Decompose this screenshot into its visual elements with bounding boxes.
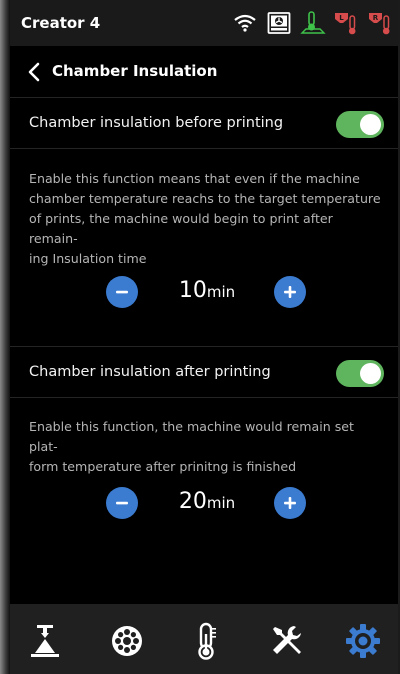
before-printing-row: Chamber insulation before printing — [10, 99, 398, 149]
page-header: Chamber Insulation — [10, 46, 398, 98]
platform-temp-icon[interactable] — [300, 10, 326, 36]
before-time-unit: min — [206, 283, 236, 301]
nav-settings[interactable] — [343, 621, 383, 661]
after-time-value: 20min — [172, 489, 242, 514]
status-bar: Creator 4 L R — [10, 0, 398, 46]
nav-temperature[interactable] — [186, 621, 226, 661]
after-time-unit: min — [206, 494, 236, 512]
plus-icon — [284, 497, 296, 509]
desc-line: of prints, the machine would begin to pr… — [29, 211, 333, 246]
before-time-stepper: 10min — [10, 272, 398, 312]
before-printing-toggle[interactable] — [336, 111, 384, 138]
right-extruder-temp-icon[interactable]: R — [368, 10, 394, 36]
before-time-number: 10 — [178, 278, 207, 303]
after-printing-label: Chamber insulation after printing — [29, 364, 271, 380]
wifi-icon[interactable] — [232, 10, 258, 36]
after-printing-toggle[interactable] — [336, 360, 384, 387]
temperature-icon — [198, 622, 216, 660]
minus-icon — [116, 290, 128, 294]
increase-after-button[interactable] — [274, 487, 306, 519]
after-printing-description: Enable this function, the machine would … — [29, 417, 385, 477]
nav-filament[interactable] — [107, 621, 147, 661]
decrease-before-button[interactable] — [106, 276, 138, 308]
nav-tools[interactable] — [267, 621, 307, 661]
tools-icon — [273, 626, 301, 654]
left-extruder-tag: L — [339, 14, 344, 22]
back-button[interactable] — [24, 60, 46, 84]
toggle-knob — [360, 363, 381, 384]
status-icons: L R — [232, 9, 394, 37]
settings-icon — [346, 624, 380, 658]
nav-print[interactable] — [25, 621, 65, 661]
toggle-knob — [360, 114, 381, 135]
after-printing-row: Chamber insulation after printing — [10, 348, 398, 398]
screen: Creator 4 L R Chamber Insulation Chamber… — [10, 0, 398, 674]
desc-line: Enable this function, the machine would … — [29, 419, 354, 454]
increase-before-button[interactable] — [274, 276, 306, 308]
chevron-left-icon — [28, 62, 40, 82]
print-icon — [31, 625, 59, 657]
desc-line: form temperature after prinitng is finis… — [29, 459, 297, 474]
desc-line: chamber temperature reachs to the target… — [29, 191, 381, 206]
desc-line: Enable this function means that even if … — [29, 171, 360, 186]
after-time-number: 20 — [178, 489, 207, 514]
right-extruder-tag: R — [373, 14, 379, 22]
before-printing-label: Chamber insulation before printing — [29, 115, 284, 131]
bottom-nav — [10, 604, 398, 674]
plus-icon — [284, 286, 296, 298]
page-title: Chamber Insulation — [52, 62, 218, 80]
section-divider — [10, 346, 398, 347]
before-printing-description: Enable this function means that even if … — [29, 169, 385, 269]
device-bezel — [0, 0, 10, 674]
after-time-stepper: 20min — [10, 483, 398, 523]
decrease-after-button[interactable] — [106, 487, 138, 519]
filter-fan-icon[interactable] — [266, 10, 292, 36]
filament-icon — [112, 626, 142, 656]
desc-line: ing Insulation time — [29, 251, 147, 266]
minus-icon — [116, 501, 128, 505]
device-name: Creator 4 — [21, 14, 101, 32]
left-extruder-temp-icon[interactable]: L — [334, 10, 360, 36]
before-time-value: 10min — [172, 278, 242, 303]
